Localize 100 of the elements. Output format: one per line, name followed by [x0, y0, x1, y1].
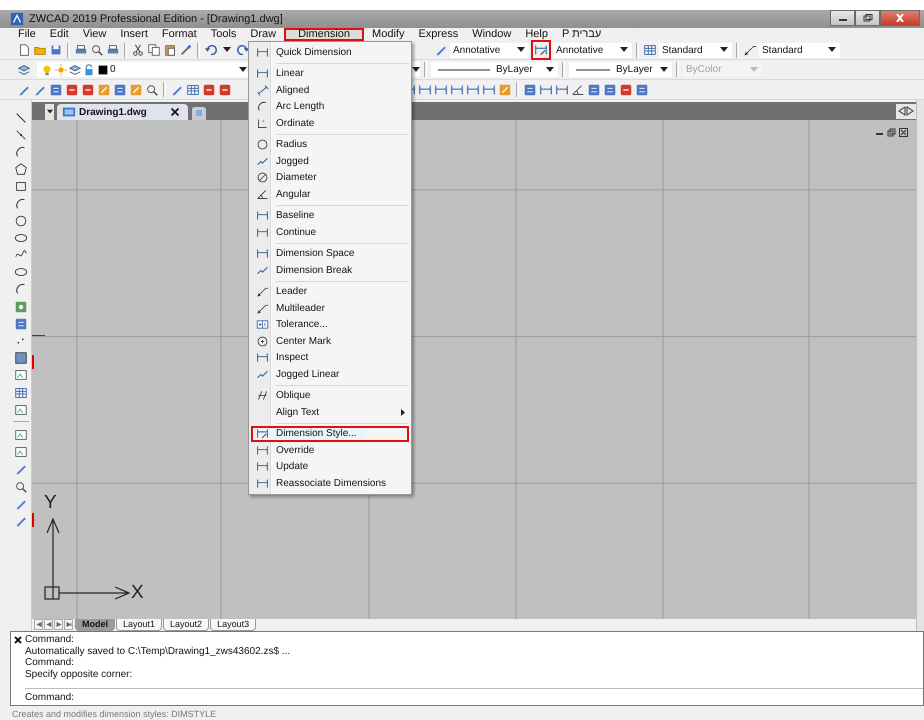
menu-item[interactable]: Jogged Linear: [251, 366, 409, 382]
redo-icon[interactable]: [236, 43, 250, 57]
tile-icon[interactable]: [603, 82, 617, 96]
table-icon[interactable]: [643, 43, 657, 57]
hatch-icon[interactable]: [14, 351, 28, 366]
menu-item[interactable]: Express: [412, 28, 464, 41]
scissors-icon[interactable]: [131, 43, 145, 57]
close-icon[interactable]: [899, 128, 908, 137]
menu-item[interactable]: Dimension Space: [251, 246, 409, 262]
menu-item[interactable]: File: [12, 28, 42, 41]
menu-item[interactable]: Tolerance...: [251, 316, 409, 333]
brush-icon[interactable]: [179, 43, 193, 57]
last-tab-button[interactable]: [64, 619, 73, 630]
dimension-icon[interactable]: [555, 82, 569, 96]
menu-item[interactable]: Radius: [251, 136, 409, 153]
table-icon[interactable]: [186, 82, 200, 96]
close-icon[interactable]: [14, 636, 22, 644]
menu-item[interactable]: Align Text: [251, 404, 409, 420]
menu-item[interactable]: Inspect: [251, 350, 409, 366]
tile-icon[interactable]: [619, 82, 633, 96]
tile-icon[interactable]: [49, 82, 63, 96]
tile-icon[interactable]: [65, 82, 79, 96]
triangle-left-icon[interactable]: [898, 106, 906, 116]
tile-icon[interactable]: [129, 82, 143, 96]
menu-item[interactable]: Modify: [366, 28, 410, 41]
menu-item[interactable]: Ordinate: [251, 115, 409, 132]
menu-item[interactable]: Reassociate Dimensions: [251, 475, 409, 492]
first-tab-button[interactable]: [34, 619, 43, 630]
menu-item[interactable]: P עברית: [556, 28, 608, 41]
menu-item[interactable]: Continue: [251, 224, 409, 240]
next-tab-button[interactable]: [54, 619, 63, 630]
menu-item[interactable]: Oblique: [251, 388, 409, 404]
menu-item[interactable]: Dimension Style...: [251, 426, 409, 442]
circle-icon[interactable]: [14, 214, 28, 228]
table-icon[interactable]: [14, 386, 28, 400]
arc-icon[interactable]: [14, 196, 28, 211]
rectangle-icon[interactable]: [14, 179, 28, 194]
image-icon[interactable]: [14, 445, 28, 460]
dimension-icon[interactable]: [434, 82, 448, 96]
menu-item[interactable]: Jogged: [251, 153, 409, 170]
minimize-button[interactable]: [830, 10, 855, 26]
angle-icon[interactable]: [571, 82, 585, 96]
layout-tab[interactable]: Layout2: [163, 619, 210, 631]
menu-item[interactable]: Center Mark: [251, 333, 409, 350]
dimension-icon[interactable]: [466, 82, 480, 96]
menu-item[interactable]: Leader: [251, 284, 409, 300]
previous-tab-button[interactable]: [44, 619, 53, 630]
dimension-icon[interactable]: [482, 82, 496, 96]
leader-icon[interactable]: [743, 43, 757, 57]
new-file-icon[interactable]: [17, 43, 31, 57]
menu-item[interactable]: Linear: [251, 66, 409, 82]
tile-icon[interactable]: [587, 82, 601, 96]
menu-item[interactable]: Quick Dimension: [251, 44, 409, 60]
layout-tab[interactable]: Layout1: [116, 619, 162, 631]
menu-item[interactable]: Aligned: [251, 82, 409, 98]
style-dropdown[interactable]: Annotative: [552, 42, 633, 58]
polygon-icon[interactable]: [14, 162, 28, 176]
polyline-icon[interactable]: [14, 128, 28, 142]
menu-item[interactable]: Multileader: [251, 300, 409, 316]
image-icon[interactable]: [14, 368, 28, 382]
document-tab[interactable]: Drawing1.dwg: [57, 104, 188, 120]
tile-icon[interactable]: [498, 82, 512, 96]
menu-item[interactable]: View: [76, 28, 112, 41]
style-dropdown[interactable]: Standard: [658, 42, 733, 58]
menu-item[interactable]: Tools: [204, 28, 242, 41]
menu-item[interactable]: Edit: [44, 28, 75, 41]
tile-icon[interactable]: [97, 82, 111, 96]
close-button[interactable]: [880, 10, 920, 26]
save-icon[interactable]: [49, 43, 63, 57]
menu-item[interactable]: Insert: [114, 28, 154, 41]
style-dropdown[interactable]: Annotative: [449, 42, 530, 58]
tile-icon[interactable]: [635, 82, 649, 96]
tile-icon[interactable]: [14, 300, 28, 314]
arc-icon[interactable]: [14, 282, 28, 296]
image-icon[interactable]: [14, 428, 28, 442]
line-icon[interactable]: [14, 110, 28, 125]
restore-icon[interactable]: [887, 128, 896, 137]
triangle-right-icon[interactable]: [906, 106, 914, 116]
menu-item[interactable]: Help: [519, 28, 554, 41]
menu-item[interactable]: Override: [251, 442, 409, 458]
menu-item[interactable]: Draw: [244, 28, 282, 41]
style-dropdown[interactable]: Standard: [758, 42, 841, 58]
magnifier-icon[interactable]: [14, 480, 28, 494]
clipboard-icon[interactable]: [163, 43, 177, 57]
close-icon[interactable]: [168, 105, 182, 119]
menu-item[interactable]: Format: [156, 28, 203, 41]
dimension-icon[interactable]: [450, 82, 464, 96]
dimension-icon[interactable]: [539, 82, 553, 96]
dimension-icon[interactable]: [531, 40, 551, 60]
line-dropdown[interactable]: ByLayer: [430, 61, 559, 78]
tab-list-button[interactable]: [45, 104, 54, 120]
tile-icon[interactable]: [14, 316, 28, 331]
undo-icon[interactable]: [204, 43, 218, 57]
line-dropdown[interactable]: ByLayer: [568, 61, 673, 78]
menu-item[interactable]: Dimension Break: [251, 262, 409, 278]
tile-icon[interactable]: [202, 82, 216, 96]
menu-item[interactable]: Arc Length: [251, 98, 409, 115]
layout-tab[interactable]: Model: [75, 619, 115, 631]
layers-icon[interactable]: [17, 62, 31, 76]
magnifier-icon[interactable]: [145, 82, 159, 96]
